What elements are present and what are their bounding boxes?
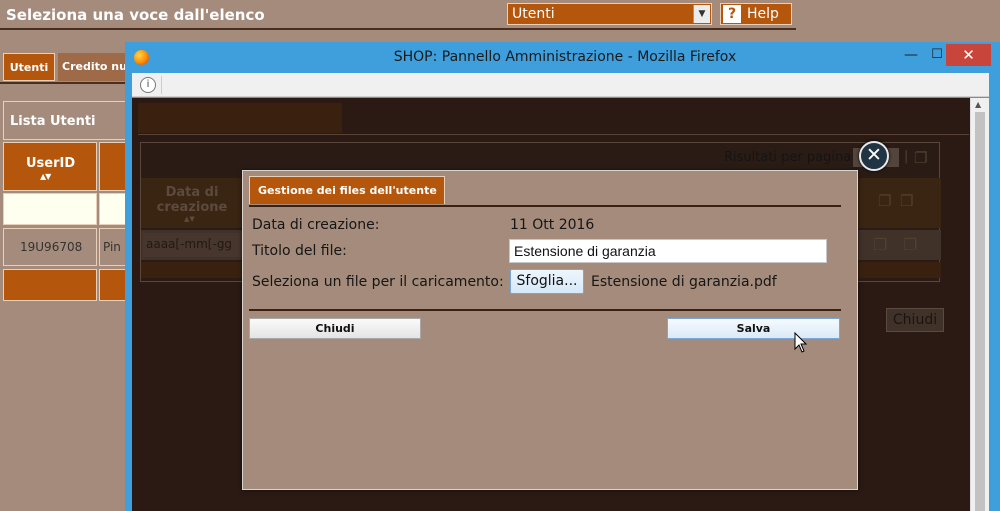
tab-divider bbox=[0, 82, 130, 84]
help-label: Help bbox=[747, 6, 779, 22]
modal-divider-bottom bbox=[249, 309, 841, 311]
dimmed-tab-strip bbox=[138, 103, 342, 133]
info-icon[interactable]: i bbox=[140, 77, 156, 93]
titolo-label: Titolo del file: bbox=[252, 243, 347, 259]
chevron-down-icon[interactable]: ▼ bbox=[693, 5, 710, 23]
dimmed-chiudi-button[interactable]: Chiudi bbox=[886, 308, 944, 332]
titolo-file-input[interactable] bbox=[509, 239, 827, 263]
address-bar[interactable] bbox=[132, 73, 989, 97]
row-userid: 19U96708 bbox=[20, 240, 83, 254]
data-creazione-value: 11 Ott 2016 bbox=[510, 217, 595, 233]
modal-close-icon[interactable]: ✕ bbox=[859, 141, 889, 171]
modal-divider-top bbox=[249, 205, 841, 207]
mouse-cursor-icon bbox=[794, 332, 808, 353]
copy-icon[interactable]: ❐ bbox=[873, 235, 887, 254]
dimmed-divider bbox=[138, 134, 969, 135]
page-title: Seleziona una voce dall'elenco bbox=[6, 6, 265, 24]
filter-cell-userid[interactable] bbox=[3, 193, 97, 225]
question-icon: ? bbox=[723, 5, 741, 23]
data-creazione-label: Data di creazione: bbox=[252, 217, 380, 233]
window-title: SHOP: Pannello Amministrazione - Mozilla… bbox=[393, 49, 737, 65]
pipe-separator: | bbox=[904, 149, 909, 164]
sort-icon[interactable]: ▲▼ bbox=[184, 215, 195, 223]
address-separator bbox=[161, 76, 162, 94]
results-per-page-label: Risultati per pagina: bbox=[724, 150, 856, 165]
chiudi-button[interactable]: Chiudi bbox=[249, 318, 421, 339]
selected-file-name: Estensione di garanzia.pdf bbox=[591, 274, 777, 290]
sfoglia-button[interactable]: Sfoglia... bbox=[510, 269, 584, 294]
voce-select[interactable]: Utenti ▼ bbox=[507, 3, 712, 25]
lista-utenti-title: Lista Utenti bbox=[10, 114, 96, 129]
copy-icon[interactable]: ❐ bbox=[878, 192, 891, 210]
sort-icon[interactable]: ▲▼ bbox=[40, 172, 51, 181]
row-name: Pin bbox=[103, 240, 121, 254]
voce-select-value: Utenti bbox=[512, 6, 555, 22]
table-footer bbox=[3, 269, 97, 301]
help-button[interactable]: ? Help bbox=[720, 3, 792, 25]
column-header-userid-label: UserID bbox=[26, 156, 76, 171]
scrollbar-thumb[interactable] bbox=[975, 112, 985, 511]
modal-tab-title[interactable]: Gestione dei files dell'utente bbox=[249, 176, 445, 204]
copy-icon[interactable]: ❐ bbox=[914, 149, 927, 167]
column-header-data[interactable]: Data di creazione bbox=[152, 185, 232, 215]
window-close-icon[interactable]: ✕ bbox=[946, 44, 991, 66]
copy-icon[interactable]: ❐ bbox=[900, 192, 913, 210]
upload-label: Seleziona un file per il caricamento: bbox=[252, 274, 504, 290]
edit-icon[interactable]: ❐ bbox=[903, 235, 917, 254]
salva-button[interactable]: Salva bbox=[667, 318, 840, 339]
date-filter-input[interactable]: aaaa[-mm[-gg bbox=[143, 233, 243, 257]
scroll-up-icon[interactable]: ▲ bbox=[975, 100, 981, 109]
vertical-scrollbar[interactable]: ▲ bbox=[970, 98, 989, 511]
